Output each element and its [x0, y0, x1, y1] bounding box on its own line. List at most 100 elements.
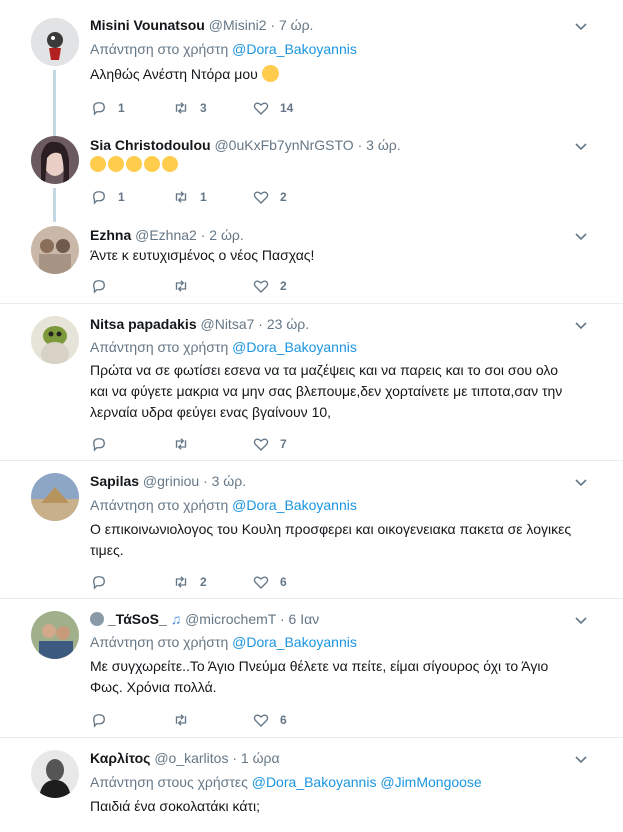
reply-count: 1 — [118, 190, 125, 204]
reply-button[interactable] — [90, 276, 108, 296]
tweet-text: Πρώτα να σε φωτίσει εσενα να τα μαζέψεις… — [90, 360, 600, 423]
tweet[interactable]: Sia Christodoulou @0uKxFb7ynNrGSTO · 3 ώ… — [0, 130, 623, 218]
timestamp[interactable]: 6 Ιαν — [289, 611, 320, 627]
reply-count: 1 — [118, 101, 125, 115]
reply-button[interactable]: 1 — [90, 98, 125, 118]
mention-link[interactable]: @Dora_Bakoyannis — [232, 339, 357, 355]
user-handle[interactable]: @o_karlitos — [154, 750, 228, 766]
avatar[interactable] — [31, 18, 79, 66]
avatar[interactable] — [31, 136, 79, 184]
retweet-button[interactable] — [172, 434, 190, 454]
user-handle[interactable]: @Nitsa7 — [201, 316, 255, 332]
display-name[interactable]: Sapilas — [90, 473, 139, 489]
tweet-text: Με συγχωρείτε..Το Άγιο Πνεύμα θέλετε να … — [90, 656, 600, 698]
user-handle[interactable]: @0uKxFb7ynNrGSTO — [214, 137, 353, 153]
like-button[interactable]: 6 — [252, 710, 287, 730]
retweet-button[interactable] — [172, 276, 190, 296]
separator-dot: · — [200, 227, 206, 243]
reply-button[interactable] — [90, 710, 108, 730]
tweet[interactable]: Sapilas @griniou · 3 ώρ. Απάντηση στο χρ… — [0, 461, 623, 598]
retweet-icon — [175, 438, 187, 450]
tweet-text: Παιδιά ένα σοκολατάκι κάτι; — [90, 798, 260, 814]
reply-icon — [93, 280, 105, 294]
user-handle[interactable]: @Ezhna2 — [135, 227, 197, 243]
like-count: 14 — [280, 101, 294, 115]
avatar[interactable] — [31, 611, 79, 659]
mention-link[interactable]: @Dora_Bakoyannis — [252, 774, 377, 790]
timestamp[interactable]: 3 ώρ. — [212, 473, 246, 489]
like-button[interactable]: 6 — [252, 572, 287, 592]
like-button[interactable]: 2 — [252, 276, 287, 296]
chevron-down-icon[interactable] — [573, 751, 589, 767]
reply-button[interactable]: 1 — [90, 187, 125, 207]
reply-button[interactable] — [90, 572, 108, 592]
reply-context: Απάντηση στο χρήστη @Dora_Bakoyannis — [90, 339, 357, 355]
tweet-text: Άντε κ ευτυχισμένος ο νέος Πασχας! — [90, 247, 315, 263]
display-name[interactable]: _ΤάSoS_ — [108, 611, 167, 627]
tweet[interactable]: Ezhna @Ezhna2 · 2 ώρ. Άντε κ ευτυχισμένο… — [0, 218, 623, 304]
separator-dot: · — [357, 137, 363, 153]
tweet-text-line: Πρώτα να σε φωτίσει εσενα να τα μαζέψεις… — [90, 362, 558, 378]
like-icon — [253, 714, 269, 727]
tweet-text-line: τιμες. — [90, 542, 124, 558]
reply-prefix: Απάντηση στο χρήστη — [90, 41, 229, 57]
timestamp[interactable]: 1 ώρα — [241, 750, 280, 766]
tweet-header: Sia Christodoulou @0uKxFb7ynNrGSTO · 3 ώ… — [90, 137, 401, 153]
like-button[interactable]: 7 — [252, 434, 287, 454]
timestamp[interactable]: 23 ώρ. — [267, 316, 309, 332]
like-count: 2 — [280, 279, 287, 293]
tweet-text-content: Αληθώς Ανέστη Ντόρα μου — [90, 66, 258, 82]
chevron-down-icon[interactable] — [573, 138, 589, 154]
tweet[interactable]: _ΤάSoS_ ♫ @microchemT · 6 Ιαν Απάντηση σ… — [0, 599, 623, 737]
tweet[interactable]: Καρλίτος @o_karlitos · 1 ώρα Απάντηση στ… — [0, 738, 623, 832]
avatar[interactable] — [31, 750, 79, 798]
like-button[interactable]: 14 — [252, 98, 293, 118]
reply-context: Απάντηση στο χρήστη @Dora_Bakoyannis — [90, 41, 357, 57]
timestamp[interactable]: 7 ώρ. — [279, 17, 313, 33]
display-name[interactable]: Misini Vounatsou — [90, 17, 205, 33]
user-handle[interactable]: @Misini2 — [209, 17, 267, 33]
retweet-count: 2 — [200, 575, 207, 589]
reply-prefix: Απάντηση στο χρήστη — [90, 634, 229, 650]
display-name[interactable]: Sia Christodoulou — [90, 137, 211, 153]
mention-link[interactable]: @JimMongoose — [380, 774, 481, 790]
user-handle[interactable]: @microchemT — [185, 611, 276, 627]
display-name[interactable]: Ezhna — [90, 227, 131, 243]
retweet-button[interactable]: 2 — [172, 572, 207, 592]
user-handle[interactable]: @griniou — [143, 473, 199, 489]
tweet-text-line: λερναία υδρα φεύγει ενας βγαίνουν 10, — [90, 404, 332, 420]
chevron-down-icon[interactable] — [573, 18, 589, 34]
chevron-down-icon[interactable] — [573, 474, 589, 490]
mention-link[interactable]: @Dora_Bakoyannis — [232, 634, 357, 650]
retweet-button[interactable]: 3 — [172, 98, 207, 118]
globe-icon — [90, 612, 104, 626]
avatar[interactable] — [31, 473, 79, 521]
like-icon — [253, 438, 269, 451]
display-name[interactable]: Nitsa papadakis — [90, 316, 197, 332]
mention-link[interactable]: @Dora_Bakoyannis — [232, 497, 357, 513]
display-name[interactable]: Καρλίτος — [90, 750, 150, 766]
retweet-button[interactable] — [172, 710, 190, 730]
tweet[interactable]: Misini Vounatsou @Misini2 · 7 ώρ. Απάντη… — [0, 0, 623, 130]
retweet-count: 3 — [200, 101, 207, 115]
retweet-button[interactable]: 1 — [172, 187, 207, 207]
reply-button[interactable] — [90, 434, 108, 454]
like-button[interactable]: 2 — [252, 187, 287, 207]
timestamp[interactable]: 2 ώρ. — [209, 227, 243, 243]
tweet[interactable]: Nitsa papadakis @Nitsa7 · 23 ώρ. Απάντησ… — [0, 304, 623, 460]
reply-icon — [93, 438, 105, 452]
mention-link[interactable]: @Dora_Bakoyannis — [232, 41, 357, 57]
avatar[interactable] — [31, 316, 79, 364]
avatar[interactable] — [31, 226, 79, 274]
timestamp[interactable]: 3 ώρ. — [366, 137, 400, 153]
like-icon — [253, 576, 269, 589]
reply-context: Απάντηση στο χρήστη @Dora_Bakoyannis — [90, 497, 357, 513]
like-icon — [253, 280, 269, 293]
chevron-down-icon[interactable] — [573, 317, 589, 333]
chevron-down-icon[interactable] — [573, 612, 589, 628]
reply-prefix: Απάντηση στους χρήστες — [90, 774, 248, 790]
emoji-icon — [144, 156, 160, 172]
tweet-text-line: Με συγχωρείτε..Το Άγιο Πνεύμα θέλετε να … — [90, 658, 549, 674]
tweet-header: Καρλίτος @o_karlitos · 1 ώρα — [90, 750, 280, 766]
chevron-down-icon[interactable] — [573, 228, 589, 244]
